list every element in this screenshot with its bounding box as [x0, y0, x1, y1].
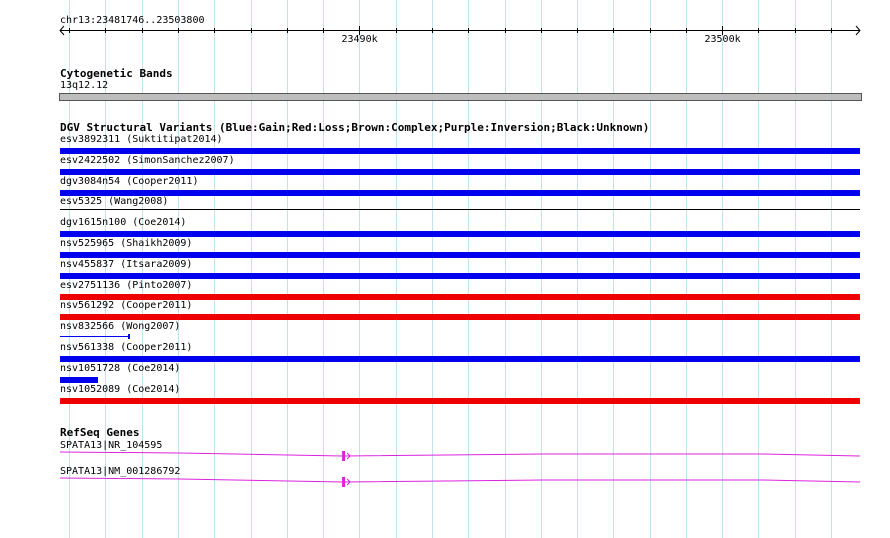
dgv-feature-bar[interactable] [60, 209, 860, 211]
dgv-feature-label: nsv561338 (Cooper2011) [60, 342, 193, 353]
dgv-feature-bar[interactable] [60, 252, 860, 258]
dgv-feature-bar[interactable] [60, 397, 860, 404]
dgv-feature-bar[interactable] [60, 376, 98, 383]
dgv-feature[interactable]: nsv561338 (Cooper2011) [0, 342, 890, 363]
gene-label: SPATA13|NR_104595 [60, 440, 163, 451]
dgv-feature-label: dgv3084n54 (Cooper2011) [60, 175, 199, 187]
dgv-feature-bar[interactable] [60, 148, 860, 154]
dgv-feature[interactable]: esv5325 (Wang2008) [0, 196, 890, 217]
dgv-feature-bar[interactable] [60, 189, 860, 196]
dgv-feature[interactable]: esv2422502 (SimonSanchez2007) [0, 155, 890, 176]
ruler[interactable]: chr13:23481746..23503800 23490k 23500k [0, 0, 890, 60]
refseq-gene[interactable]: SPATA13|NM_001286792 [0, 464, 890, 490]
ruler-axis [59, 25, 861, 36]
cytoband-label[interactable]: 13q12.12 [60, 80, 108, 92]
dgv-feature[interactable]: esv3892311 (Suktitipat2014) [0, 134, 890, 155]
dgv-feature-label: esv2422502 (SimonSanchez2007) [60, 154, 235, 166]
dgv-feature-label: nsv1051728 (Coe2014) [60, 362, 181, 374]
tick-label: 23500k [704, 34, 741, 45]
dgv-feature[interactable]: nsv561292 (Cooper2011) [0, 300, 890, 321]
dgv-feature-label: nsv561292 (Cooper2011) [60, 300, 193, 312]
dgv-feature-bar[interactable] [60, 314, 860, 321]
refseq-gene[interactable]: SPATA13|NR_104595 [0, 438, 890, 464]
dgv-feature[interactable]: nsv1052089 (Coe2014) [0, 384, 890, 405]
cytoband-bar[interactable] [59, 93, 862, 101]
gene-intron-line [59, 451, 861, 457]
dgv-feature[interactable]: nsv455837 (Itsara2009) [0, 259, 890, 280]
dgv-feature-bar[interactable] [60, 272, 860, 279]
dgv-feature-bar[interactable] [60, 356, 860, 362]
dgv-feature[interactable]: esv2751136 (Pinto2007) [0, 280, 890, 301]
dgv-feature[interactable]: dgv3084n54 (Cooper2011) [0, 176, 890, 197]
gene-intron-line [59, 477, 861, 483]
dgv-feature-label: nsv832566 (Wong2007) [60, 321, 181, 333]
tick-label: 23490k [341, 34, 378, 45]
dgv-feature-label: nsv1052089 (Coe2014) [60, 383, 181, 395]
dgv-feature-label: esv2751136 (Pinto2007) [60, 279, 193, 291]
dgv-feature-bar[interactable] [60, 231, 860, 238]
dgv-feature-bar[interactable] [60, 293, 860, 300]
region-label: chr13:23481746..23503800 [60, 15, 205, 26]
dgv-feature[interactable]: nsv1051728 (Coe2014) [0, 363, 890, 384]
dgv-feature-label: dgv1615n100 (Coe2014) [60, 217, 187, 229]
dgv-feature-label: esv3892311 (Suktitipat2014) [60, 134, 223, 145]
dgv-feature-bar[interactable] [60, 336, 130, 338]
gene-exon [342, 477, 346, 487]
dgv-feature-label: esv5325 (Wang2008) [60, 196, 169, 208]
dgv-feature[interactable]: dgv1615n100 (Coe2014) [0, 217, 890, 238]
gene-exon [342, 451, 346, 461]
dgv-track-title: DGV Structural Variants (Blue:Gain;Red:L… [60, 121, 650, 134]
gene-label: SPATA13|NM_001286792 [60, 466, 181, 477]
dgv-feature-bar[interactable] [60, 168, 860, 175]
dgv-feature-label: nsv455837 (Itsara2009) [60, 258, 193, 270]
dgv-feature-label: nsv525965 (Shaikh2009) [60, 238, 193, 249]
cytoband-track-title: Cytogenetic Bands [60, 67, 173, 80]
dgv-feature[interactable]: nsv832566 (Wong2007) [0, 321, 890, 342]
dgv-feature[interactable]: nsv525965 (Shaikh2009) [0, 238, 890, 259]
